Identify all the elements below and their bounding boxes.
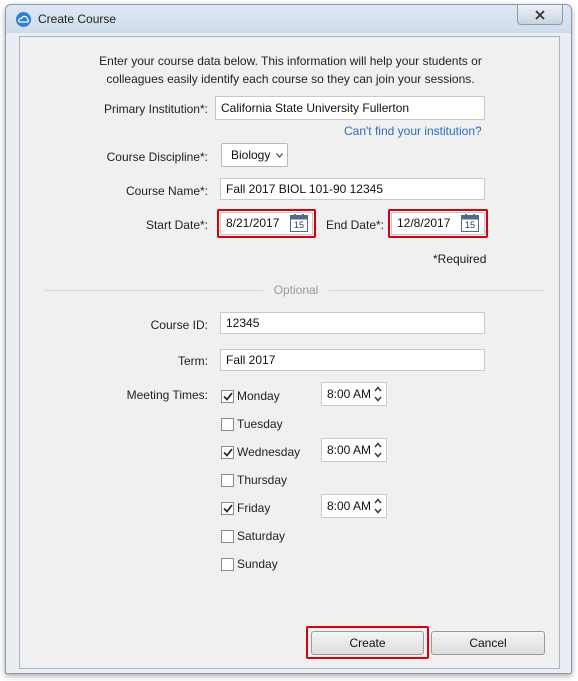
friday-time-value: 8:00 AM: [327, 499, 372, 513]
monday-label: Monday: [237, 389, 280, 403]
checkmark-icon: [222, 448, 233, 457]
cancel-button[interactable]: Cancel: [431, 631, 545, 655]
start-calendar-day: 15: [294, 220, 305, 230]
cant-find-institution-link[interactable]: Can't find your institution?: [344, 124, 482, 138]
end-date-label: End Date*:: [325, 218, 384, 232]
sunday-checkbox[interactable]: [221, 558, 234, 571]
app-cloud-icon: [16, 12, 31, 27]
term-label: Term:: [178, 354, 208, 368]
wednesday-label: Wednesday: [237, 445, 301, 459]
monday-time-value: 8:00 AM: [327, 387, 372, 401]
checkmark-icon: [222, 392, 233, 401]
create-course-window: Create Course Enter your course data bel…: [5, 4, 572, 674]
institution-field[interactable]: California State University Fullerton: [215, 96, 485, 120]
discipline-dropdown[interactable]: Biology: [221, 143, 288, 167]
intro-line-1: Enter your course data below. This infor…: [99, 54, 482, 68]
thursday-checkbox[interactable]: [221, 474, 234, 487]
spinner-arrows-icon[interactable]: [373, 497, 383, 515]
wednesday-time-value: 8:00 AM: [327, 443, 372, 457]
intro-text: Enter your course data below. This infor…: [20, 52, 561, 88]
term-field[interactable]: Fall 2017: [220, 349, 485, 371]
end-calendar-day: 15: [465, 220, 476, 230]
optional-heading: Optional: [273, 283, 319, 297]
monday-checkbox[interactable]: [221, 390, 234, 403]
friday-checkbox[interactable]: [221, 502, 234, 515]
intro-line-2: colleagues easily identify each course s…: [106, 72, 475, 86]
institution-label: Primary Institution*:: [103, 102, 208, 116]
meeting-times-label: Meeting Times:: [126, 388, 208, 402]
window-title: Create Course: [38, 12, 117, 26]
course-name-label: Course Name*:: [125, 184, 208, 198]
close-button[interactable]: [517, 5, 563, 25]
course-name-field[interactable]: Fall 2017 BIOL 101-90 12345: [220, 178, 485, 200]
create-button[interactable]: Create: [311, 631, 424, 655]
title-bar: Create Course: [6, 5, 571, 33]
end-date-value: 12/8/2017: [397, 216, 451, 230]
thursday-label: Thursday: [237, 473, 288, 487]
divider-right: [329, 290, 545, 291]
friday-label: Friday: [237, 501, 271, 515]
monday-time-spinner[interactable]: 8:00 AM: [321, 382, 387, 406]
course-id-field[interactable]: 12345: [220, 312, 485, 334]
course-id-label: Course ID:: [150, 318, 208, 332]
friday-time-spinner[interactable]: 8:00 AM: [321, 494, 387, 518]
divider-left: [45, 290, 263, 291]
dialog-content: Enter your course data below. This infor…: [19, 36, 560, 669]
start-date-value: 8/21/2017: [226, 216, 280, 230]
tuesday-label: Tuesday: [237, 417, 283, 431]
wednesday-checkbox[interactable]: [221, 446, 234, 459]
discipline-value: Biology: [231, 148, 271, 162]
wednesday-time-spinner[interactable]: 8:00 AM: [321, 438, 387, 462]
chevron-down-icon: [276, 153, 283, 158]
start-date-calendar-icon[interactable]: 15: [290, 214, 308, 232]
discipline-label: Course Discipline*:: [106, 150, 208, 164]
saturday-label: Saturday: [237, 529, 286, 543]
saturday-checkbox[interactable]: [221, 530, 234, 543]
spinner-arrows-icon[interactable]: [373, 441, 383, 459]
checkmark-icon: [222, 504, 233, 513]
required-note: *Required: [433, 252, 487, 266]
end-date-calendar-icon[interactable]: 15: [461, 214, 479, 232]
tuesday-checkbox[interactable]: [221, 418, 234, 431]
sunday-label: Sunday: [237, 557, 278, 571]
close-icon: [535, 9, 545, 20]
spinner-arrows-icon[interactable]: [373, 385, 383, 403]
start-date-label: Start Date*:: [145, 218, 208, 232]
